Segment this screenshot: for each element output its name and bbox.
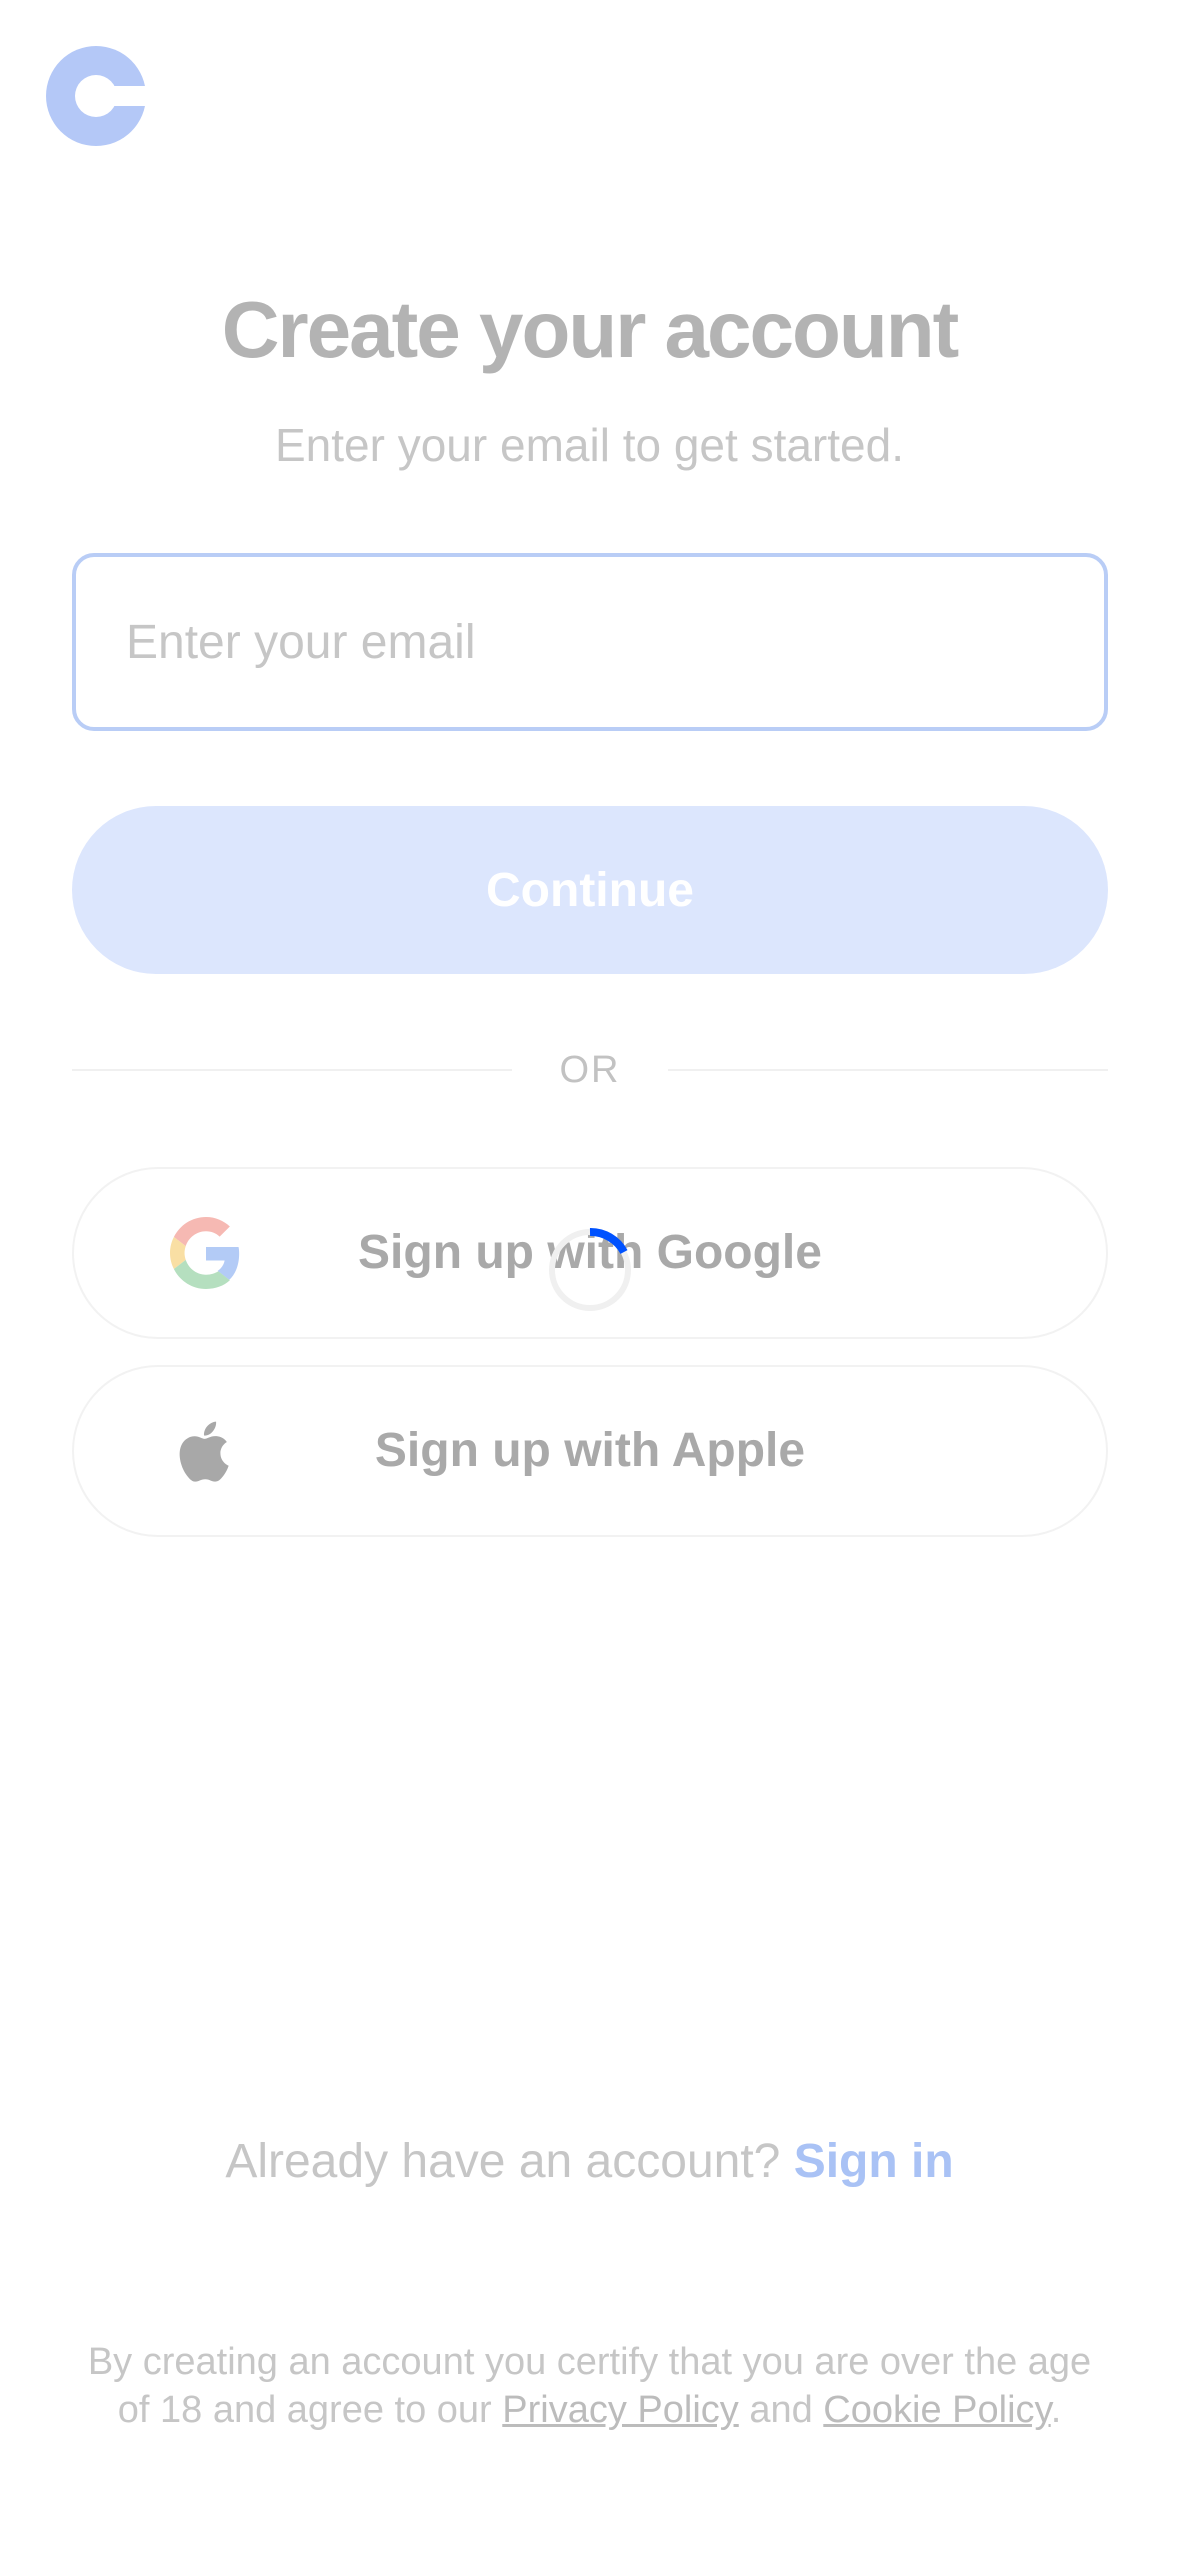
coinbase-logo-icon[interactable] xyxy=(46,46,146,146)
legal-suffix: . xyxy=(1050,2389,1062,2431)
signin-link[interactable]: Sign in xyxy=(794,2135,954,2188)
legal-and: and xyxy=(749,2389,813,2431)
legal-notice: By creating an account you certify that … xyxy=(80,2338,1099,2434)
signin-row: Already have an account? Sign in xyxy=(0,2130,1179,2194)
email-input[interactable] xyxy=(72,553,1108,731)
page-title: Create your account xyxy=(221,285,960,374)
divider-line-right xyxy=(668,1069,1108,1071)
apple-signup-label: Sign up with Apple xyxy=(374,1424,806,1477)
privacy-policy-link[interactable]: Privacy Policy xyxy=(502,2389,739,2431)
cookie-policy-link[interactable]: Cookie Policy xyxy=(823,2389,1050,2431)
page-subtitle: Enter your email to get started. xyxy=(275,419,904,471)
signin-prompt: Already have an account? xyxy=(225,2135,781,2188)
apple-signup-button[interactable]: Sign up with Apple xyxy=(72,1365,1108,1537)
loading-spinner-icon xyxy=(549,1227,631,1311)
continue-button[interactable]: Continue xyxy=(72,806,1108,974)
or-divider: OR xyxy=(72,1040,1108,1100)
